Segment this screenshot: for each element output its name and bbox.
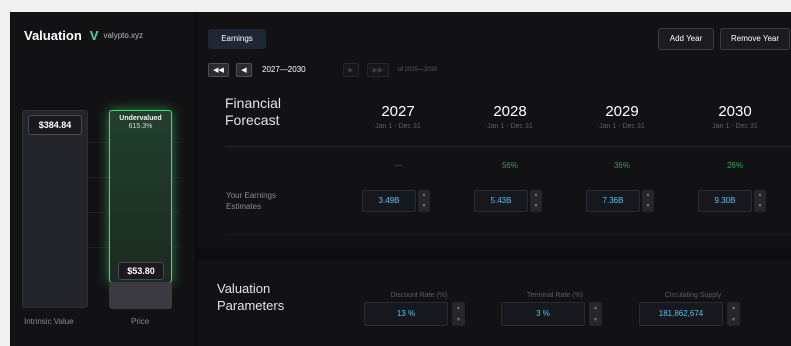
intrinsic-axis-label: Intrinsic Value: [24, 317, 74, 326]
price-value-label: $53.80: [118, 262, 164, 280]
decrement-icon[interactable]: ▼: [754, 201, 766, 212]
decrement-icon[interactable]: ▼: [589, 314, 602, 326]
decrement-icon[interactable]: ▼: [530, 201, 542, 212]
forecast-title: Financial Forecast: [225, 95, 281, 129]
last-page-icon[interactable]: ▶▶: [367, 63, 389, 77]
year-range-2030: Jan 1 - Dec 31: [712, 123, 758, 130]
brand-site: valypto.xyz: [103, 31, 144, 40]
divider: [225, 146, 791, 147]
growth-2030: 26%: [726, 161, 743, 170]
circulating-supply-label: Circulating Supply: [664, 292, 722, 299]
undervalued-percent: 615.3%: [128, 123, 153, 130]
stepper-arrows: ▲ ▼: [452, 302, 465, 326]
increment-icon[interactable]: ▲: [589, 302, 602, 314]
brand: Valuation V valypto.xyz: [24, 28, 143, 43]
year-range-total: of 2025—2030: [398, 67, 438, 73]
year-2028: 2028: [493, 103, 527, 120]
terminal-rate-label: Terminal Rate (%): [526, 292, 583, 299]
growth-2029: 36%: [613, 161, 630, 170]
remove-year-button[interactable]: Remove Year: [720, 28, 790, 50]
stepper-arrows: ▲ ▼: [754, 190, 766, 212]
earnings-estimates-label-line1: Your Earnings: [226, 191, 276, 200]
parameters-title-line1: Valuation: [217, 281, 271, 296]
year-range: 2027—2030: [262, 65, 306, 74]
estimate-input-2029[interactable]: 7.36B: [586, 190, 640, 212]
undervalued-label: Undervalued: [119, 115, 162, 122]
discount-rate-label: Discount Rate (%): [390, 292, 448, 299]
year-2027: 2027: [381, 103, 415, 120]
stepper-arrows: ▲ ▼: [589, 302, 602, 326]
stepper-arrows: ▲ ▼: [418, 190, 430, 212]
price-bar: [109, 282, 172, 309]
earnings-estimates-label-line2: Estimates: [226, 202, 262, 211]
earnings-estimates-label: Your Earnings Estimates: [226, 190, 276, 212]
previous-page-icon[interactable]: ◀: [236, 63, 252, 77]
growth-2027: —: [394, 161, 402, 170]
valuation-panel: Valuation V valypto.xyz $384.84 Underval…: [10, 12, 194, 346]
undervalued-bar: [109, 110, 172, 283]
terminal-rate-input[interactable]: 3 %: [501, 302, 585, 326]
divider: [225, 234, 791, 235]
estimate-input-2027[interactable]: 3.49B: [362, 190, 416, 212]
parameters-title-line2: Parameters: [217, 298, 285, 313]
increment-icon[interactable]: ▲: [642, 190, 654, 201]
add-year-button[interactable]: Add Year: [658, 28, 714, 50]
forecast-title-line2: Forecast: [225, 112, 280, 128]
forecast-panel: Earnings Add Year Remove Year ◀◀ ◀ 2027—…: [198, 12, 791, 248]
app-window: Valuation V valypto.xyz $384.84 Underval…: [10, 12, 791, 346]
stepper-arrows: ▲ ▼: [642, 190, 654, 212]
increment-icon[interactable]: ▲: [452, 302, 465, 314]
tab-earnings[interactable]: Earnings: [208, 29, 266, 49]
intrinsic-value-bar: [22, 110, 88, 308]
valypto-logo-icon: V: [89, 28, 99, 43]
estimate-input-2028[interactable]: 5.43B: [474, 190, 528, 212]
parameters-title: Valuation Parameters: [217, 280, 284, 314]
decrement-icon[interactable]: ▼: [418, 201, 430, 212]
first-page-icon[interactable]: ◀◀: [208, 63, 229, 77]
circulating-supply-input[interactable]: 181,862,674: [639, 302, 723, 326]
intrinsic-value-label: $384.84: [28, 115, 82, 135]
next-page-icon[interactable]: ▶: [343, 63, 359, 77]
stepper-arrows: ▲ ▼: [727, 302, 740, 326]
estimate-input-2030[interactable]: 9.30B: [698, 190, 752, 212]
discount-rate-input[interactable]: 13 %: [364, 302, 448, 326]
brand-title: Valuation: [24, 28, 82, 43]
growth-2028: 56%: [501, 161, 518, 170]
forecast-title-line1: Financial: [225, 95, 282, 111]
year-2029: 2029: [605, 103, 639, 120]
increment-icon[interactable]: ▲: [754, 190, 766, 201]
stepper-arrows: ▲ ▼: [530, 190, 542, 212]
increment-icon[interactable]: ▲: [727, 302, 740, 314]
year-range-2029: Jan 1 - Dec 31: [599, 123, 645, 130]
price-axis-label: Price: [131, 317, 150, 326]
year-range-2028: Jan 1 - Dec 31: [487, 123, 533, 130]
increment-icon[interactable]: ▲: [530, 190, 542, 201]
year-range-2027: Jan 1 - Dec 31: [375, 123, 421, 130]
decrement-icon[interactable]: ▼: [642, 201, 654, 212]
valuation-parameters-panel: Valuation Parameters Discount Rate (%) 1…: [198, 259, 791, 346]
increment-icon[interactable]: ▲: [418, 190, 430, 201]
decrement-icon[interactable]: ▼: [727, 314, 740, 326]
decrement-icon[interactable]: ▼: [452, 314, 465, 326]
year-2030: 2030: [718, 103, 752, 120]
